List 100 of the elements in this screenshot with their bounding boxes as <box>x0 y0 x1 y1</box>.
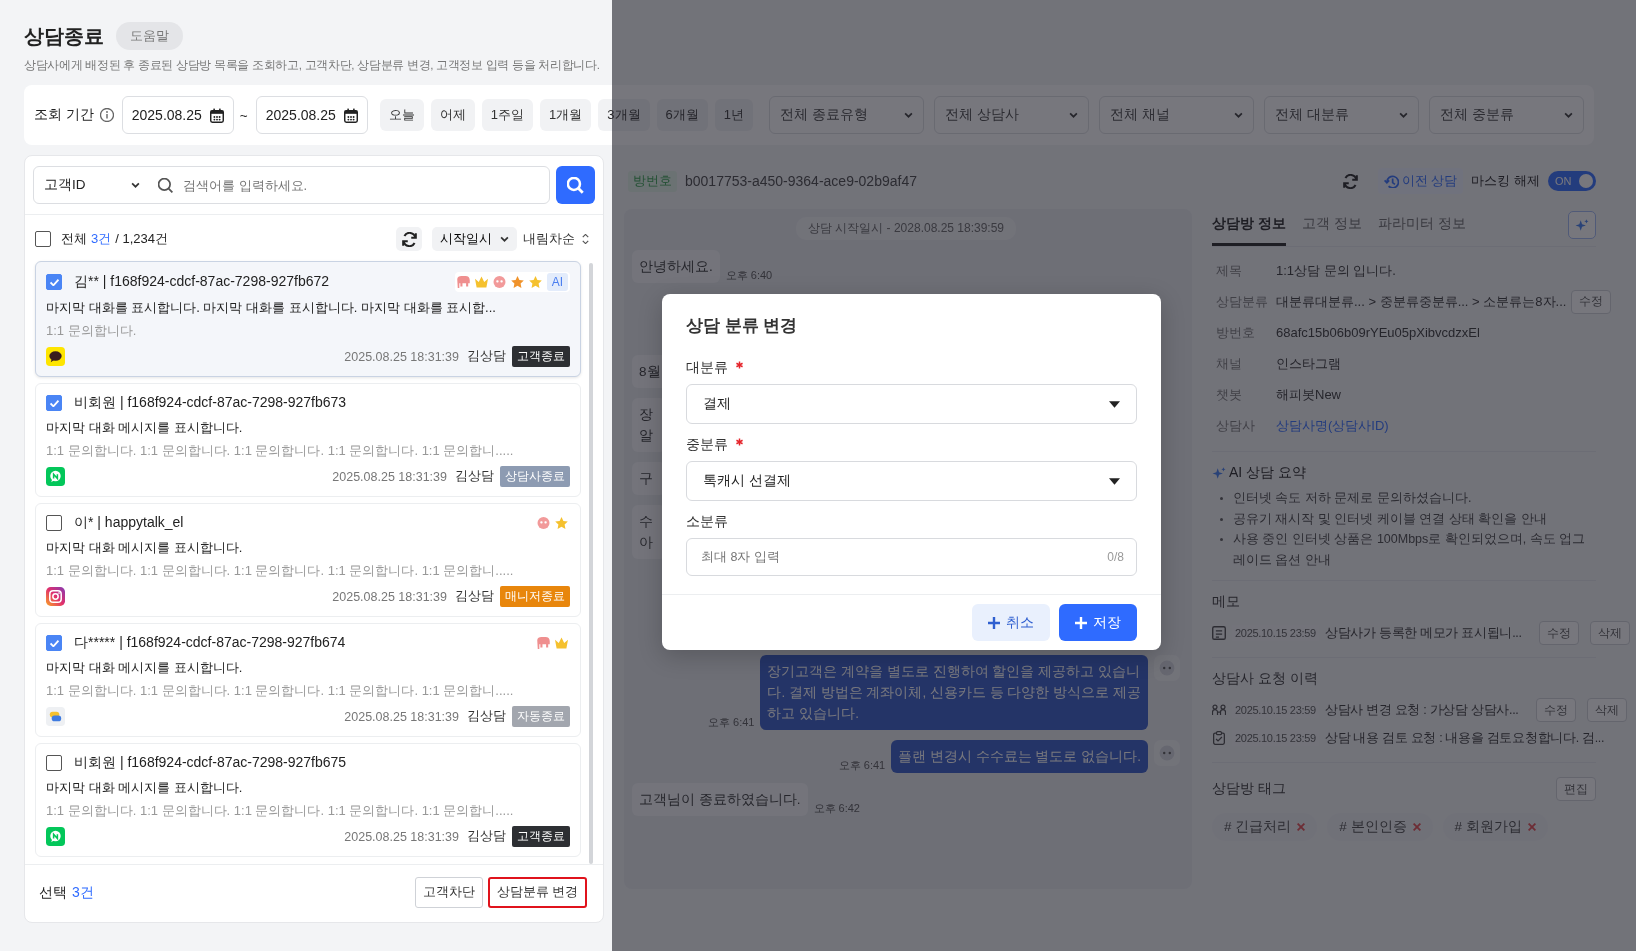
remove-icon[interactable] <box>1412 823 1421 831</box>
chat-bubble-icon <box>46 347 65 366</box>
agent-name: 김상담 <box>467 828 506 845</box>
bullet-icon <box>1220 517 1223 521</box>
status-tag: 매니저종료 <box>500 586 570 607</box>
dialog-button[interactable]: 취소 <box>972 604 1050 641</box>
chat-bubbles-icon <box>46 707 65 726</box>
date-separator: ~ <box>239 107 248 123</box>
filter-dropdown[interactable]: 전체 종료유형 <box>769 96 924 134</box>
remove-icon[interactable] <box>1297 823 1306 831</box>
session-card[interactable]: 이* | happytalk_el 마지막 대화 메시지를 표시합니다. 1:1 문의합니다. 1:1 문의합니다. 1:1 문의합니다. 1:1 문의합니다. 1:1 문의합니..... 2025.08.25 18:31:39 김상담 매니저종료 <box>35 503 581 617</box>
summary-item: 인터넷 속도 저하 문제로 문의하셨습니다. <box>1233 490 1472 507</box>
chat-bubble-icon <box>46 827 65 846</box>
result-count: 3건 <box>91 230 112 248</box>
calendar-icon <box>209 107 224 123</box>
customer-name: 이* | happytalk_el <box>74 514 184 532</box>
session-checkbox[interactable] <box>46 755 62 771</box>
info-value: 대분류대분류... > 중분류중분류... > 소분류는8자... <box>1276 292 1567 311</box>
category-select[interactable]: 결제 <box>686 384 1137 424</box>
start-date-field[interactable]: 2025.08.25 <box>121 96 234 134</box>
range-button[interactable]: 어제 <box>430 99 475 131</box>
select-all-checkbox[interactable] <box>35 231 51 247</box>
entry-action-button[interactable]: 수정 <box>1535 698 1576 722</box>
agent-link[interactable]: 상담사명(상담사ID) <box>1276 416 1389 435</box>
sort-icon <box>582 234 589 244</box>
note-icon <box>1212 626 1226 640</box>
filter-dropdown[interactable]: 전체 중분류 <box>1429 96 1584 134</box>
refresh-button[interactable] <box>396 227 422 251</box>
filter-dropdown[interactable]: 전체 상담사 <box>934 96 1089 134</box>
session-card[interactable]: 비회원 | f168f924-cdcf-87ac-7298-927fb675 마지막 대화 메시지를 표시합니다. 1:1 문의합니다. 1:1 문의합니다. 1:1 문의합니다. 1:1 문의합니다. 1:1 문의합니..... 2025.08.25 18:31:39 김상담 고객종료 <box>35 743 581 857</box>
entry-action-button[interactable]: 수정 <box>1538 621 1579 645</box>
action-button[interactable]: 상담분류 변경 <box>487 877 587 908</box>
range-button[interactable]: 1년 <box>714 99 753 131</box>
search-field[interactable]: 고객ID 검색어를 입력하세요. <box>33 166 550 204</box>
tag-edit-button[interactable]: 편집 <box>1556 777 1596 801</box>
range-button[interactable]: 1주일 <box>481 99 534 131</box>
ai-button[interactable] <box>1568 210 1596 239</box>
subcategory-field[interactable]: 최대 8자 입력 0/8 <box>686 538 1137 576</box>
range-button[interactable]: 오늘 <box>379 99 424 131</box>
page-title: 상담종료 <box>24 23 104 49</box>
masking-toggle[interactable]: ON <box>1548 171 1596 191</box>
session-card[interactable]: 비회원 | f168f924-cdcf-87ac-7298-927fb673 마지막 대화 메시지를 표시합니다. 1:1 문의합니다. 1:1 문의합니다. 1:1 문의합니다. 1:1 문의합니다. 1:1 문의합니..... 2025.08.25 18:31:39 김상담 상담사종료 <box>35 383 581 497</box>
session-checkbox[interactable] <box>46 635 62 651</box>
sort-order-button[interactable]: 내림차순 <box>521 230 591 248</box>
scrollbar[interactable] <box>589 263 593 864</box>
chevron-down-icon <box>1399 112 1408 118</box>
chevron-down-icon <box>1234 112 1243 118</box>
search-button[interactable] <box>556 166 595 204</box>
info-tab[interactable]: 상담방 정보 <box>1212 209 1286 246</box>
customer-name: 비회원 | f168f924-cdcf-87ac-7298-927fb675 <box>74 754 347 772</box>
summary-item: 공유기 재시작 및 인터넷 케이블 연결 상태 확인을 안내 <box>1233 510 1547 528</box>
chevron-down-icon <box>500 236 509 242</box>
info-value: 68afc15b06b09rYEu05pXibvcdzxEl <box>1276 325 1480 340</box>
search-type-dropdown[interactable]: 고객ID <box>44 176 140 194</box>
history-button[interactable]: 이전 상담 <box>1377 168 1464 194</box>
session-datetime: 2025.08.25 18:31:39 <box>344 349 459 364</box>
session-checkbox[interactable] <box>46 515 62 531</box>
chevron-down-icon <box>131 182 140 188</box>
entry-text: 상담사 변경 요청 : 가상담 상담사... <box>1324 701 1519 719</box>
edit-button[interactable]: 수정 <box>1571 289 1612 314</box>
filter-dropdown[interactable]: 전체 채널 <box>1099 96 1254 134</box>
ai-badge: AI <box>546 273 568 291</box>
checkmark-icon <box>49 639 59 647</box>
period-label: 조회 기간 <box>34 106 94 124</box>
session-card[interactable]: 김** | f168f924-cdcf-87ac-7298-927fb672 AI 마지막 대화를 표시합니다. 마지막 대화를 표시합니다. 마지막 대화를 표시합... 1:1 문의합니다. 2025.08.25 18:31:39 김상담 고객종료 <box>35 261 581 377</box>
info-icon <box>99 108 114 122</box>
customer-message: 안녕하세요. <box>632 250 720 283</box>
room-id: b0017753-a450-9364-ace9-02b9af47 <box>685 173 917 189</box>
field-label: 중분류 <box>686 436 728 454</box>
chevron-down-icon <box>904 112 913 118</box>
ai-summary-title: AI 상담 요약 <box>1229 464 1306 482</box>
range-button[interactable]: 6개월 <box>656 99 708 131</box>
summary-item: 사용 중인 인터넷 상품은 100Mbps로 확인되었으며, 속도 업그레이드 옵션 안내 <box>1233 531 1587 569</box>
chevron-down-icon <box>1069 112 1078 118</box>
bullet-icon <box>1220 538 1223 541</box>
entry-action-button[interactable]: 삭제 <box>1586 698 1627 722</box>
action-button[interactable]: 고객차단 <box>414 877 483 908</box>
help-button[interactable]: 도움말 <box>116 22 183 50</box>
plus-icon <box>988 616 1000 629</box>
customer-name: 비회원 | f168f924-cdcf-87ac-7298-927fb673 <box>74 394 347 412</box>
section-title: 상담사 요청 이력 <box>1212 670 1319 688</box>
session-card[interactable]: 다***** | f168f924-cdcf-87ac-7298-927fb674 마지막 대화 메시지를 표시합니다. 1:1 문의합니다. 1:1 문의합니다. 1:1 문의합니다. 1:1 문의합니다. 1:1 문의합니..... 2025.08.25 18:31:39 김상담 자동종료 <box>35 623 581 737</box>
remove-icon[interactable] <box>1527 823 1536 831</box>
section-title: 상담방 태그 <box>1212 780 1286 798</box>
info-tab[interactable]: 파라미터 정보 <box>1377 209 1466 246</box>
camera-icon <box>46 587 65 606</box>
dialog-button[interactable]: 저장 <box>1059 604 1137 641</box>
status-tag: 고객종료 <box>512 346 570 367</box>
entry-action-button[interactable]: 삭제 <box>1589 621 1630 645</box>
filter-dropdown[interactable]: 전체 대분류 <box>1264 96 1419 134</box>
session-datetime: 2025.08.25 18:31:39 <box>344 709 459 724</box>
category-select[interactable]: 톡캐시 선결제 <box>686 461 1137 501</box>
range-button[interactable]: 1개월 <box>540 99 592 131</box>
end-date-field[interactable]: 2025.08.25 <box>255 96 368 134</box>
session-checkbox[interactable] <box>46 274 62 290</box>
session-checkbox[interactable] <box>46 395 62 411</box>
inquiry-summary: 1:1 문의합니다. 1:1 문의합니다. 1:1 문의합니다. 1:1 문의합니다. 1:1 문의합니..... <box>46 442 515 460</box>
sparkle-icon <box>1575 217 1589 232</box>
last-message: 마지막 대화 메시지를 표시합니다. <box>46 659 244 677</box>
sort-field-dropdown[interactable]: 시작일시 <box>432 227 517 251</box>
